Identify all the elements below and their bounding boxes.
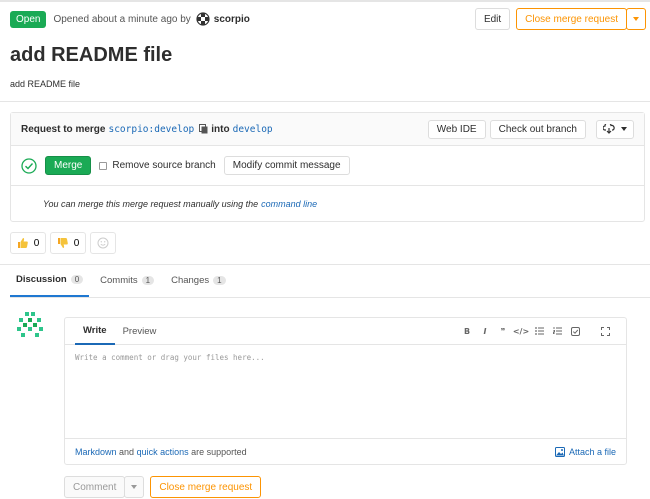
modify-commit-message-button[interactable]: Modify commit message — [223, 156, 350, 175]
smiley-icon — [97, 237, 109, 249]
status-badge: Open — [10, 10, 47, 28]
and-text: and — [119, 447, 135, 457]
attach-file-label: Attach a file — [568, 447, 616, 457]
author-name[interactable]: scorpio — [214, 14, 250, 25]
thumbsdown-icon — [57, 238, 68, 248]
thumbsup-icon — [17, 238, 28, 248]
tab-count: 1 — [141, 276, 155, 285]
tab-label: Discussion — [16, 274, 67, 285]
bullet-list-icon[interactable] — [530, 327, 548, 335]
image-icon — [554, 447, 565, 457]
download-icon — [603, 124, 615, 134]
close-merge-request-button[interactable]: Close merge request — [516, 8, 627, 30]
target-branch[interactable]: develop — [233, 124, 273, 135]
tab-label: Changes — [171, 275, 210, 286]
italic-icon[interactable]: I — [476, 327, 494, 336]
tab-preview[interactable]: Preview — [115, 318, 165, 345]
editor-header: Write Preview B I ❞ </> — [65, 318, 626, 345]
copy-icon[interactable] — [199, 124, 208, 134]
close-options-dropdown[interactable] — [626, 8, 646, 30]
checkbox[interactable] — [99, 161, 108, 170]
author-avatar[interactable] — [196, 12, 210, 26]
mr-description: add README file — [10, 79, 81, 89]
tab-count: 0 — [70, 275, 84, 284]
task-list-icon[interactable] — [566, 326, 584, 336]
checkout-branch-button[interactable]: Check out branch — [489, 119, 586, 139]
thumbsup-award-button[interactable]: 0 — [10, 232, 46, 254]
manual-merge-note: You can merge this merge request manuall… — [11, 186, 644, 221]
close-merge-request-button[interactable]: Close merge request — [150, 476, 262, 498]
top-border — [0, 0, 650, 2]
fullscreen-icon[interactable] — [596, 326, 614, 336]
web-ide-button[interactable]: Web IDE — [427, 119, 486, 139]
quote-icon[interactable]: ❞ — [494, 327, 512, 336]
manual-merge-text: You can merge this merge request manuall… — [43, 198, 259, 209]
command-line-link[interactable]: command line — [261, 199, 317, 209]
opened-text: Opened about a minute ago by — [53, 13, 191, 25]
comment-actions: Comment Close merge request — [64, 476, 262, 498]
chevron-down-icon — [621, 127, 627, 131]
merge-button[interactable]: Merge — [45, 156, 92, 175]
bold-icon[interactable]: B — [458, 327, 476, 336]
markdown-toolbar: B I ❞ </> — [458, 326, 626, 336]
editor-footer: Markdown and quick actions are supported… — [65, 439, 626, 465]
award-emoji-bar: 0 0 — [10, 232, 120, 254]
check-circle-icon — [21, 157, 37, 174]
mr-header: Open Opened about a minute ago by scorpi… — [10, 8, 646, 30]
attach-file-button[interactable]: Attach a file — [554, 447, 616, 457]
comment-editor: Write Preview B I ❞ </> Write a comment … — [64, 317, 627, 465]
supported-text: are supported — [191, 447, 247, 457]
tab-write[interactable]: Write — [75, 318, 115, 345]
merge-widget: Request to merge scorpio:develop into de… — [10, 112, 645, 222]
chevron-down-icon — [131, 485, 138, 489]
remove-source-branch-checkbox[interactable]: Remove source branch — [99, 160, 216, 171]
markdown-link[interactable]: Markdown — [75, 447, 117, 457]
page-title: add README file — [10, 44, 173, 66]
merge-row: Merge Remove source branch Modify commit… — [11, 146, 644, 186]
mr-tabs: Discussion 0 Commits 1 Changes 1 — [10, 264, 650, 298]
divider — [0, 101, 650, 102]
tab-label: Commits — [100, 275, 138, 286]
into-label: into — [211, 123, 230, 135]
numbered-list-icon[interactable] — [548, 327, 566, 335]
edit-button[interactable]: Edit — [474, 8, 511, 30]
comment-button[interactable]: Comment — [64, 476, 126, 498]
tab-discussion[interactable]: Discussion 0 — [10, 264, 90, 297]
source-branch[interactable]: scorpio:develop — [108, 124, 194, 135]
chevron-down-icon — [633, 17, 639, 21]
code-icon[interactable]: </> — [512, 327, 530, 336]
comment-textarea[interactable]: Write a comment or drag your files here.… — [65, 345, 626, 439]
thumbsdown-award-button[interactable]: 0 — [50, 232, 86, 254]
remove-source-label: Remove source branch — [112, 160, 216, 171]
comment-type-dropdown[interactable] — [124, 476, 145, 498]
tab-count: 1 — [213, 276, 226, 285]
tab-changes[interactable]: Changes 1 — [165, 264, 231, 297]
tab-commits[interactable]: Commits 1 — [94, 264, 160, 297]
thumbsdown-count: 0 — [73, 237, 80, 249]
user-avatar[interactable] — [16, 311, 44, 339]
merge-widget-header: Request to merge scorpio:develop into de… — [11, 113, 644, 146]
quick-actions-link[interactable]: quick actions — [137, 447, 189, 457]
download-dropdown[interactable] — [596, 119, 634, 139]
request-label: Request to merge — [21, 123, 106, 135]
add-reaction-button[interactable] — [90, 232, 116, 254]
thumbsup-count: 0 — [33, 237, 40, 249]
